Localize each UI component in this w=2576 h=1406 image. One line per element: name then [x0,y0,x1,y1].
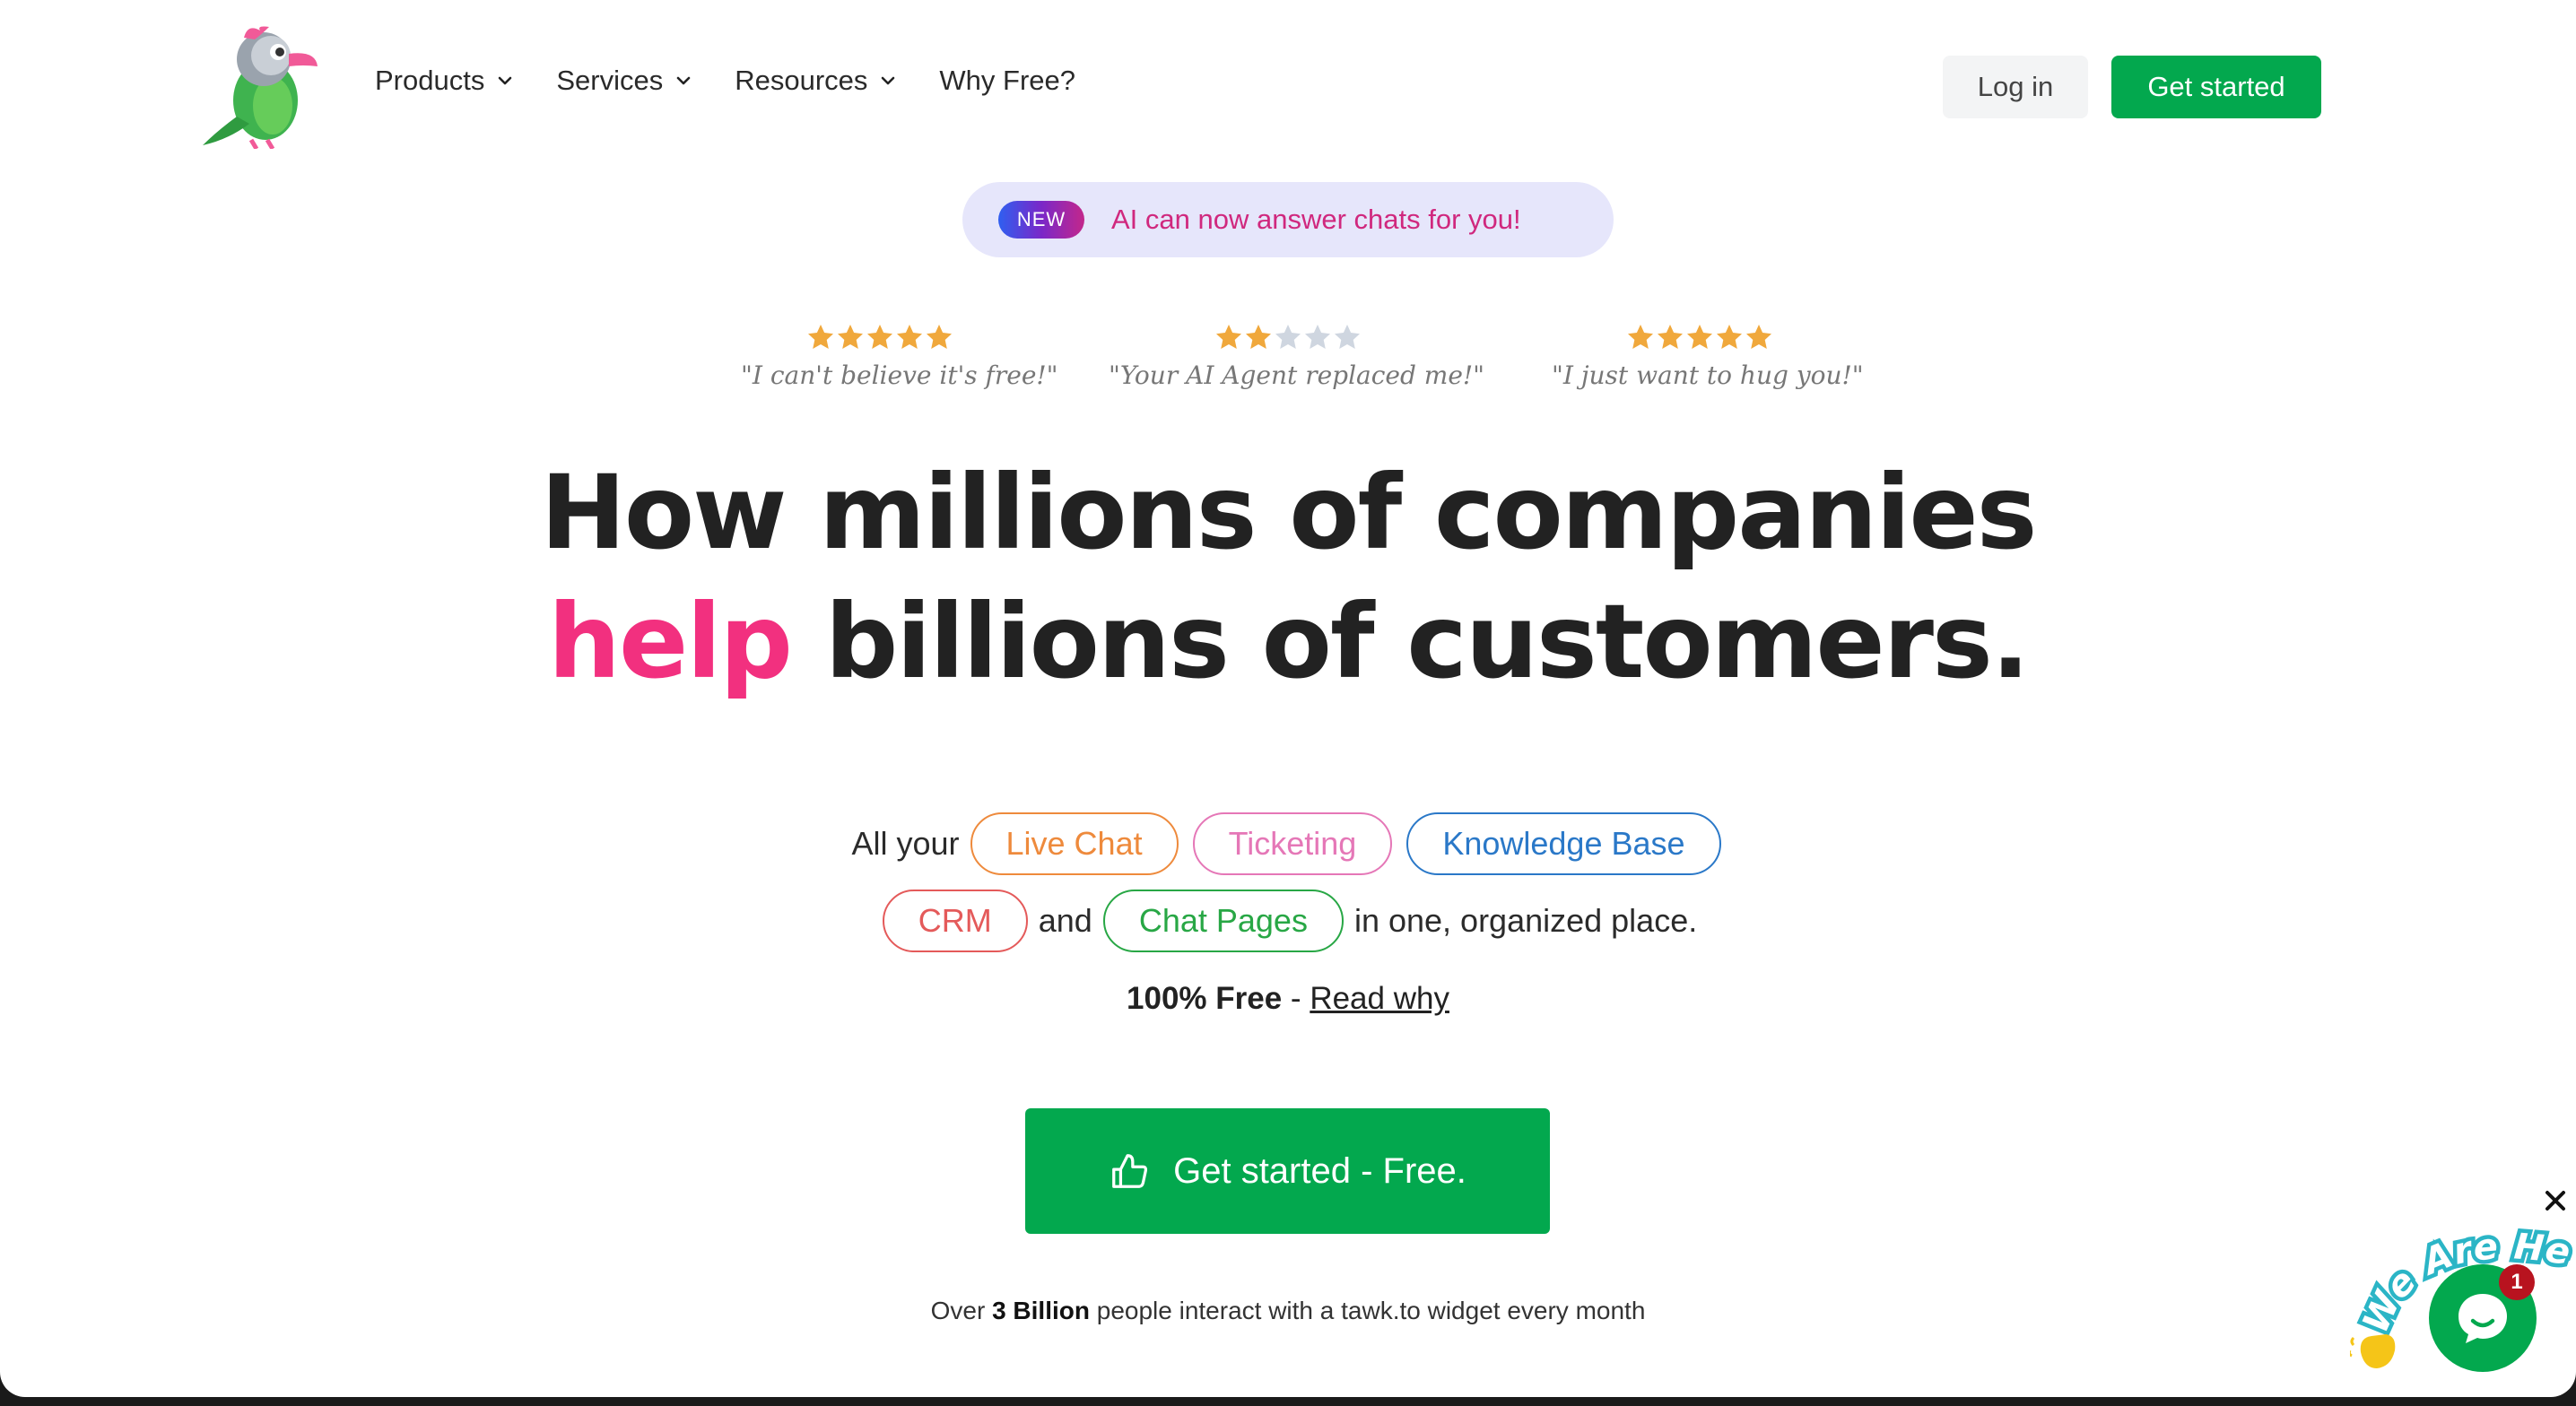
get-started-free-button[interactable]: Get started - Free. [1025,1108,1550,1234]
usage-pre: Over [930,1297,993,1324]
get-started-button[interactable]: Get started [2111,56,2321,118]
star-filled-icon [838,325,863,349]
star-rating [1109,323,1467,353]
pill-crm[interactable]: CRM [882,890,1028,952]
testimonial-1: "I can't believe it's free!" [741,323,1058,390]
usage-bold: 3 Billion [992,1297,1090,1324]
pill-chat-pages[interactable]: Chat Pages [1102,890,1344,952]
nav-services-label: Services [556,65,664,96]
testimonial-quote: "Your AI Agent replaced me!" [1109,360,1485,390]
headline-line-1: How millions of companies [540,453,2037,572]
star-filled-icon [1216,325,1241,349]
chevron-down-icon [882,76,895,85]
free-separator: - [1282,981,1310,1016]
star-empty-icon [1275,325,1301,349]
pill-live-chat[interactable]: Live Chat [970,812,1179,875]
top-nav: Products Services Resources Why Free? Lo… [0,0,2576,179]
nav-products-label: Products [375,65,485,96]
free-note: 100% Free - Read why [0,981,2576,1017]
waving-hand-icon [2350,1334,2396,1368]
products-suffix: in one, organized place. [1353,902,1698,939]
chevron-down-icon [499,76,512,85]
nav-resources[interactable]: Resources [735,65,896,97]
free-bold: 100% Free [1127,981,1283,1016]
products-line-2: CRM and Chat Pages in one, organized pla… [0,890,2576,952]
star-filled-icon [1687,325,1712,349]
nav-why-free[interactable]: Why Free? [939,65,1075,97]
testimonial-2: "Your AI Agent replaced me!" [1109,323,1485,390]
login-button[interactable]: Log in [1943,56,2088,118]
pill-knowledge-base[interactable]: Knowledge Base [1406,812,1721,875]
star-rating [741,323,1019,353]
nav-why-free-label: Why Free? [939,65,1076,96]
chat-bubble-icon [2459,1294,2507,1343]
testimonial-quote: "I just want to hug you!" [1552,360,1864,390]
usage-post: people interact with a tawk.to widget ev… [1089,1297,1646,1324]
star-filled-icon [1246,325,1271,349]
star-filled-icon [1658,325,1683,349]
hero-headline: How millions of companies help billions … [0,448,2576,707]
testimonial-3: "I just want to hug you!" [1552,323,1864,390]
nav-menu: Products Services Resources Why Free? [375,65,1118,97]
nav-resources-label: Resources [735,65,868,96]
nav-products[interactable]: Products [375,65,513,97]
chevron-down-icon [676,76,691,85]
star-empty-icon [1335,325,1360,349]
nav-services[interactable]: Services [556,65,692,97]
ai-announcement-banner[interactable]: NEW AI can now answer chats for you! [962,182,1614,257]
tawk-parrot-logo[interactable] [197,23,319,149]
star-rating [1552,323,1848,353]
read-why-link[interactable]: Read why [1310,981,1449,1016]
testimonial-quote: "I can't believe it's free!" [741,360,1058,390]
usage-stat: Over 3 Billion people interact with a ta… [0,1297,2576,1325]
headline-highlight: help [547,582,793,701]
star-filled-icon [927,325,952,349]
star-filled-icon [897,325,922,349]
products-line-1: All your Live Chat Ticketing Knowledge B… [0,812,2576,875]
star-filled-icon [808,325,833,349]
cta-label: Get started - Free. [1173,1150,1466,1191]
unread-count-badge: 1 [2499,1264,2535,1300]
products-and: and [1038,902,1092,939]
headline-line-2: billions of customers. [791,582,2030,701]
new-badge: NEW [998,201,1084,239]
landing-page: Products Services Resources Why Free? Lo… [0,0,2576,1397]
star-filled-icon [1717,325,1742,349]
star-filled-icon [1628,325,1653,349]
star-filled-icon [867,325,892,349]
star-filled-icon [1746,325,1771,349]
announcement-text: AI can now answer chats for you! [1111,204,1521,235]
pill-ticketing[interactable]: Ticketing [1192,812,1393,875]
star-empty-icon [1305,325,1330,349]
products-prefix: All your [851,825,960,862]
thumbs-up-icon [1112,1154,1148,1188]
